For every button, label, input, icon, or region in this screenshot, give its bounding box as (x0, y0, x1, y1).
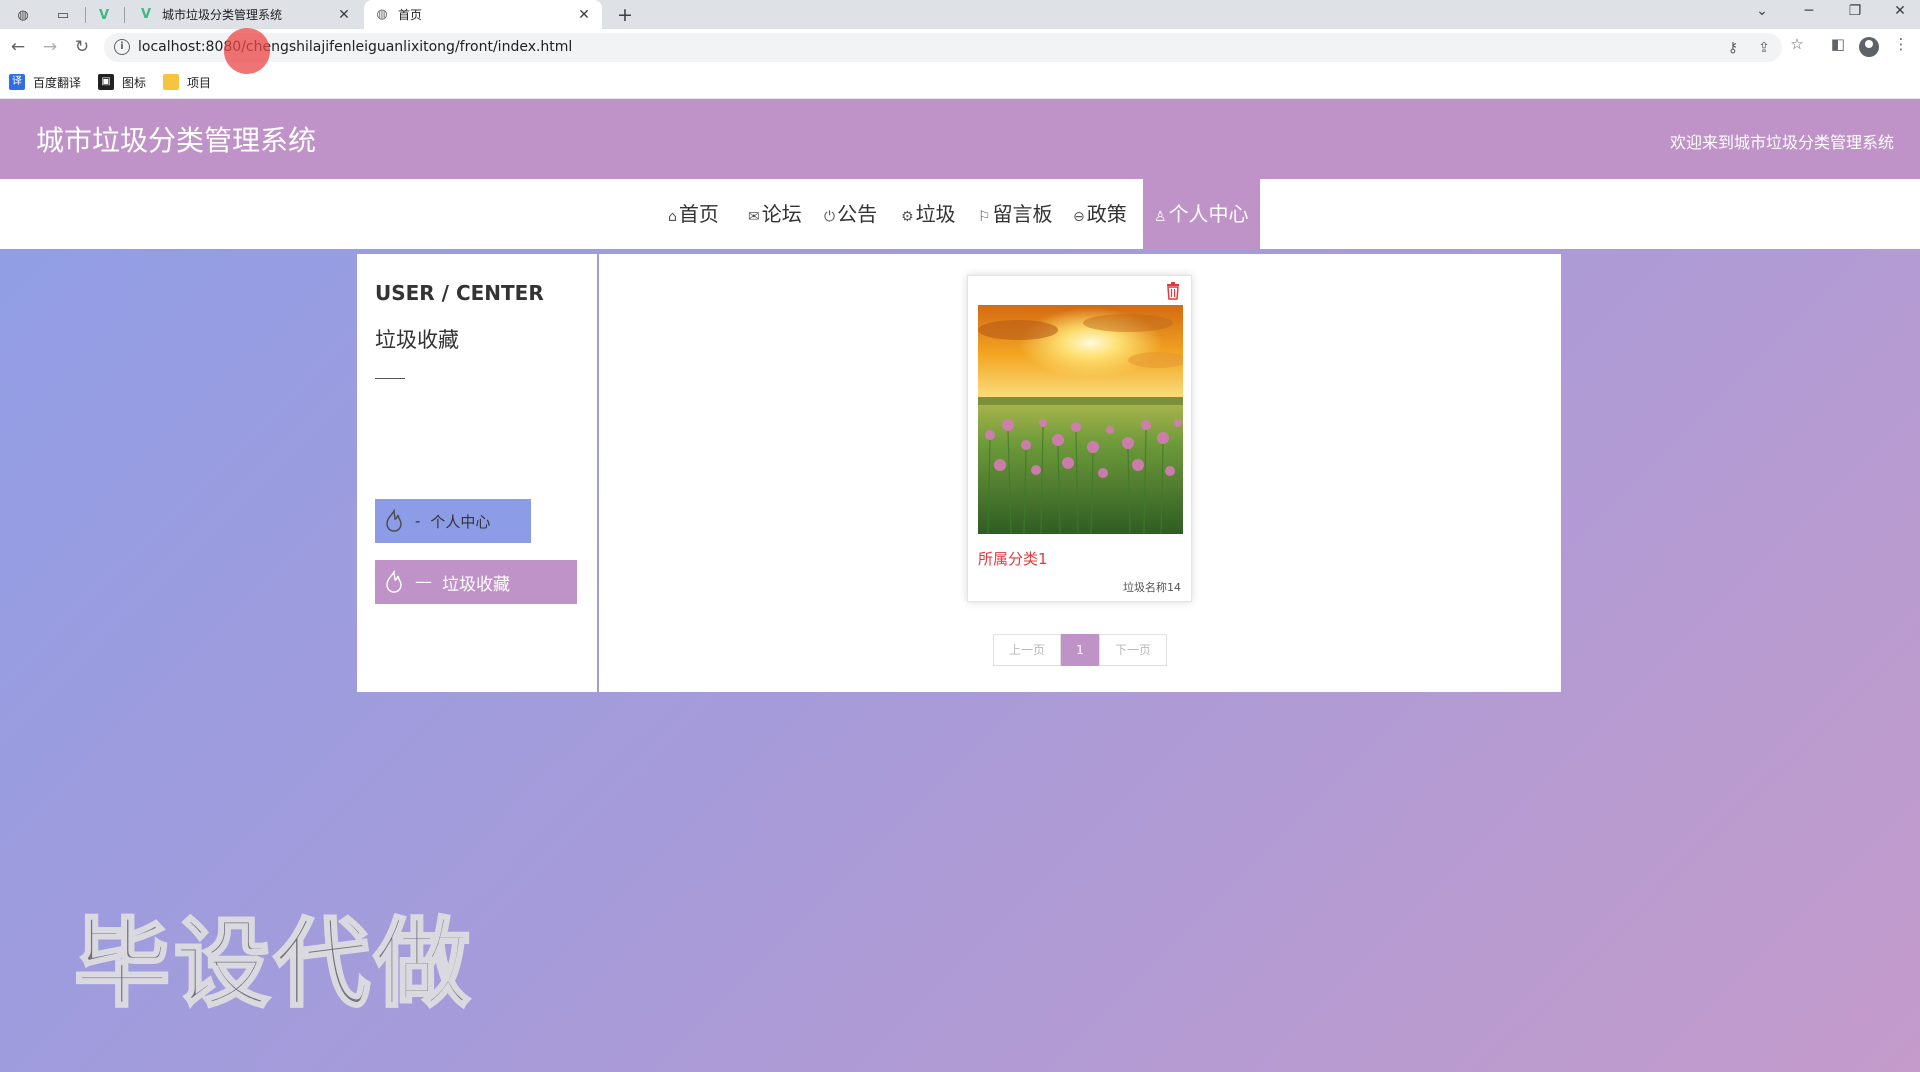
nav-message-board[interactable]: ⚐ 留言板 (978, 179, 1053, 249)
nav-label: 个人中心 (1168, 202, 1249, 226)
window-close-button[interactable]: ✕ (1880, 0, 1920, 24)
tab-search-dropdown-icon[interactable]: ⌄ (1742, 0, 1782, 24)
bookmark-baidu-translate[interactable]: 译 百度翻译 (9, 73, 81, 91)
collection-content: 所属分类1 垃圾名称14 上一页 1 下一页 (599, 254, 1561, 692)
page-number-button[interactable]: 1 (1061, 634, 1099, 666)
tab-home[interactable]: ◍ 首页 ✕ (364, 0, 602, 29)
trash-icon[interactable] (1165, 282, 1181, 300)
flag-icon: ⚐ (978, 209, 991, 225)
tab-title: 首页 (398, 8, 423, 22)
globe-icon[interactable]: ◍ (9, 4, 37, 26)
nav-label: 政策 (1086, 202, 1127, 226)
sidebar-item-label: 个人中心 (430, 512, 491, 531)
heading-divider (375, 378, 405, 379)
forward-arrow-icon[interactable]: → (38, 35, 62, 59)
bookmark-label: 图标 (122, 75, 147, 90)
nav-policy[interactable]: ⊖ 政策 (1073, 179, 1127, 249)
globe-icon: ◍ (376, 7, 388, 22)
nav-forum[interactable]: ✉ 论坛 (748, 179, 802, 249)
minus-circle-icon: ⊖ (1073, 209, 1085, 225)
card-category: 所属分类1 (978, 550, 1048, 568)
menu-dots-icon[interactable]: ⋮ (1890, 33, 1912, 55)
nav-label: 垃圾 (915, 202, 956, 226)
translate-icon: 译 (9, 74, 25, 90)
mouse-cursor-highlight (224, 28, 270, 74)
blank-tab-icon[interactable]: ▭ (49, 4, 77, 26)
minimize-button[interactable]: ─ (1789, 0, 1829, 24)
nav-label: 首页 (678, 202, 719, 226)
folder-icon (163, 74, 179, 90)
tab-system[interactable]: V 城市垃圾分类管理系统 ✕ (128, 0, 362, 29)
card-garbage-name: 垃圾名称14 (1123, 581, 1181, 594)
mail-icon: ✉ (748, 209, 760, 225)
reload-icon[interactable]: ↻ (70, 35, 94, 59)
watermark-text: 毕设代做 (73, 907, 474, 1022)
bookmark-label: 项目 (187, 75, 212, 90)
pagination: 上一页 1 下一页 (993, 634, 1167, 666)
address-bar[interactable]: i localhost:8080/chengshilajifenleiguanl… (104, 33, 1782, 62)
item-dash: - (415, 512, 421, 530)
share-icon[interactable]: ⇪ (1755, 39, 1773, 57)
star-icon[interactable]: ☆ (1786, 33, 1808, 55)
flame-icon (386, 569, 402, 593)
tab-title: 城市垃圾分类管理系统 (162, 8, 283, 22)
close-icon[interactable]: ✕ (576, 7, 592, 23)
bookmark-icons[interactable]: ▣ 图标 (98, 73, 146, 91)
browser-toolbar: ← → ↻ i localhost:8080/chengshilajifenle… (0, 29, 1920, 66)
home-icon: ⌂ (668, 209, 677, 225)
power-icon: ⏻ (824, 209, 836, 225)
nav-personal-center[interactable]: ♙ 个人中心 (1143, 179, 1260, 249)
back-arrow-icon[interactable]: ← (6, 35, 30, 59)
flame-icon (386, 508, 402, 532)
user-center-heading: USER / CENTER (375, 281, 544, 305)
user-icon: ♙ (1154, 209, 1167, 225)
profile-avatar-icon[interactable] (1859, 37, 1879, 57)
flower-field-image (978, 305, 1183, 534)
collection-card[interactable]: 所属分类1 垃圾名称14 (967, 275, 1192, 602)
item-dash: — (415, 572, 432, 592)
sidebar-item-label: 垃圾收藏 (442, 574, 510, 595)
web-page: 城市垃圾分类管理系统 欢迎来到城市垃圾分类管理系统 ⌂ 首页 ✉ 论坛 ⏻ 公告 ⚙ 垃… (0, 99, 1920, 1072)
nav-label: 留言板 (992, 202, 1053, 226)
vue-icon: V (140, 7, 152, 22)
nav-notice[interactable]: ⏻ 公告 (824, 179, 877, 249)
bookmark-projects[interactable]: 项目 (163, 73, 211, 91)
garbage-image[interactable] (978, 305, 1183, 534)
browser-tab-strip: ◍ ▭ V V 城市垃圾分类管理系统 ✕ ◍ 首页 ✕ + ⌄ ─ ❐ ✕ (0, 0, 1920, 29)
nav-home[interactable]: ⌂ 首页 (668, 179, 719, 249)
restore-button[interactable]: ❐ (1835, 0, 1875, 24)
site-info-icon[interactable]: i (114, 39, 130, 55)
side-panel-icon[interactable]: ◧ (1827, 33, 1849, 55)
new-tab-button[interactable]: + (612, 2, 638, 28)
site-title: 城市垃圾分类管理系统 (36, 124, 317, 157)
bookmarks-bar: 译 百度翻译 ▣ 图标 项目 (0, 66, 1920, 99)
next-page-button[interactable]: 下一页 (1099, 634, 1167, 666)
sidebar-item-personal-center[interactable]: - 个人中心 (375, 499, 531, 543)
tab-separator (85, 7, 86, 23)
tab-separator (124, 7, 125, 23)
nav-label: 论坛 (761, 202, 802, 226)
url-text[interactable]: localhost:8080/chengshilajifenleiguanlix… (138, 39, 572, 55)
icon-font-icon: ▣ (98, 74, 114, 90)
gear-icon: ⚙ (901, 209, 914, 225)
welcome-text: 欢迎来到城市垃圾分类管理系统 (1669, 133, 1894, 152)
bookmark-label: 百度翻译 (33, 75, 82, 90)
user-center-sidebar: USER / CENTER 垃圾收藏 - 个人中心 — 垃圾收藏 (357, 254, 597, 692)
vue-tab-icon[interactable]: V (90, 4, 118, 26)
section-subheading: 垃圾收藏 (375, 328, 459, 352)
prev-page-button[interactable]: 上一页 (993, 634, 1061, 666)
key-icon[interactable]: ⚷ (1724, 39, 1742, 57)
nav-garbage[interactable]: ⚙ 垃圾 (901, 179, 956, 249)
site-header: 城市垃圾分类管理系统 欢迎来到城市垃圾分类管理系统 (0, 99, 1920, 179)
nav-label: 公告 (837, 202, 878, 226)
close-icon[interactable]: ✕ (336, 7, 352, 23)
sidebar-item-garbage-collection[interactable]: — 垃圾收藏 (375, 560, 577, 604)
main-nav: ⌂ 首页 ✉ 论坛 ⏻ 公告 ⚙ 垃圾 ⚐ 留言板 ⊖ 政策 ♙ 个人中心 (0, 179, 1920, 249)
